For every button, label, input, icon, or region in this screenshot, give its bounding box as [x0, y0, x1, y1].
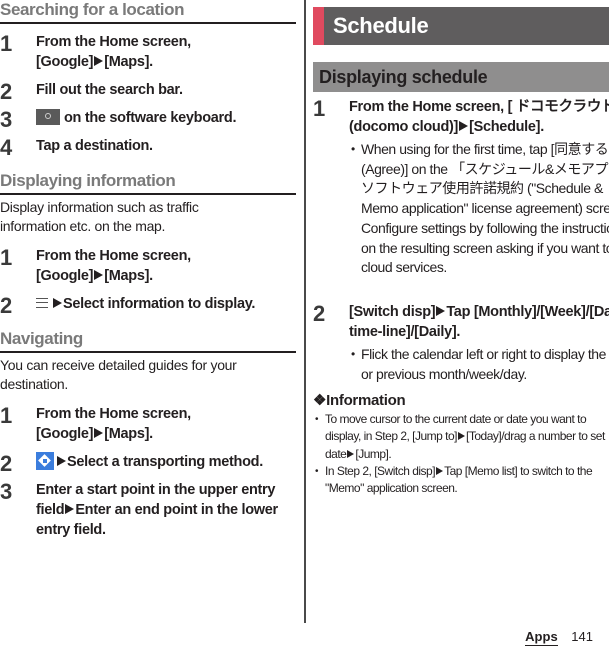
- arrow-right-icon: [436, 306, 446, 316]
- step-text: [Switch disp] Tap [Monthly]/[Week]/[Daily…: [349, 302, 609, 342]
- step-text: From the Home screen,: [36, 34, 191, 50]
- step-1: 1 From the Home screen, [Google] [Maps].: [0, 246, 296, 286]
- step-2: 2 Fill out the search bar.: [0, 79, 296, 104]
- step-text: From the Home screen,: [36, 248, 191, 264]
- column-divider: [304, 0, 306, 623]
- page-footer: Apps 141: [525, 629, 593, 646]
- step-2: 2 Select information to display.: [0, 293, 300, 318]
- step-text-part: [Switch disp]: [349, 304, 436, 320]
- step-text: From the Home screen, [ ドコモクラウド (docomo …: [349, 97, 609, 137]
- section-searching: Searching for a location: [0, 0, 296, 24]
- step-2: 2 Select a transporting method.: [0, 451, 300, 476]
- section-intro: You can receive detailed guides for your…: [0, 357, 237, 392]
- chapter-accent: [313, 7, 324, 45]
- arrow-right-icon: [94, 56, 104, 66]
- step-text: From the Home screen,: [36, 406, 191, 422]
- step-number: 2: [0, 79, 12, 104]
- step-number: 2: [0, 451, 12, 476]
- step-text: Fill out the search bar.: [36, 82, 183, 98]
- menu-icon: [36, 298, 48, 308]
- information-item: To move cursor to the current date or da…: [313, 411, 609, 463]
- step-1: 1 From the Home screen, [ ドコモクラウド (docom…: [313, 97, 609, 278]
- info-text-part: [Jump].: [355, 446, 392, 461]
- arrow-right-icon: [94, 428, 104, 438]
- step-number: 4: [0, 135, 12, 160]
- keyboard-search-icon: [36, 109, 60, 125]
- step-text-part: [Google]: [36, 426, 94, 442]
- step-number: 2: [0, 293, 12, 318]
- step-text-part: [Maps].: [104, 268, 153, 284]
- step-3: 3 Enter a start point in the upper entry…: [0, 480, 298, 540]
- section-heading: Searching for a location: [0, 0, 296, 24]
- step-text-part: [Maps].: [104, 426, 153, 442]
- arrow-right-icon: [57, 456, 66, 466]
- arrow-right-icon: [436, 466, 444, 475]
- arrow-right-icon: [65, 504, 75, 514]
- information-heading: ❖Information: [313, 392, 406, 409]
- section-intro: Display information such as traffic info…: [0, 199, 199, 234]
- step-3: 3 on the software keyboard.: [0, 107, 296, 132]
- step-number: 1: [0, 31, 12, 56]
- step-text: Select a transporting method.: [67, 454, 263, 470]
- step-text-part: [Google]: [36, 268, 94, 284]
- info-text-part: In Step 2, [Switch disp]: [325, 463, 436, 478]
- step-text: [Google] [Maps].: [36, 424, 296, 444]
- step-2: 2 [Switch disp] Tap [Monthly]/[Week]/[Dai…: [313, 302, 609, 384]
- step-note: Flick the calendar left or right to disp…: [349, 345, 609, 384]
- step-note: When using for the first time, tap [同意する…: [349, 140, 609, 278]
- arrow-right-icon: [459, 121, 469, 131]
- step-text: [Google] [Maps].: [36, 266, 296, 286]
- step-4: 4 Tap a destination.: [0, 135, 296, 160]
- step-number: 1: [313, 96, 325, 121]
- information-box: ❖Information To move cursor to the curre…: [313, 391, 609, 497]
- step-number: 2: [313, 301, 325, 326]
- section-title: Displaying schedule: [319, 67, 488, 87]
- step-text: on the software keyboard.: [64, 110, 237, 126]
- arrow-right-icon: [458, 432, 466, 441]
- arrow-right-icon: [347, 449, 355, 458]
- step-text-part: [Google]: [36, 54, 94, 70]
- step-1: 1 From the Home screen, [Google] [Maps].: [0, 32, 296, 72]
- footer-section-label: Apps: [525, 629, 558, 646]
- page-number: 141: [571, 629, 593, 644]
- directions-icon: [36, 452, 54, 470]
- step-text: Select information to display.: [63, 296, 256, 312]
- step-text-part: [Schedule].: [469, 119, 544, 135]
- step-number: 1: [0, 245, 12, 270]
- section-navigating: Navigating: [0, 329, 296, 353]
- section-displaying: Displaying information: [0, 171, 296, 195]
- step-number: 3: [0, 479, 12, 504]
- section-heading: Navigating: [0, 329, 296, 353]
- step-number: 1: [0, 403, 12, 428]
- arrow-right-icon: [94, 270, 104, 280]
- step-text: [Google] [Maps].: [36, 52, 296, 72]
- chapter-title: Schedule: [333, 13, 429, 38]
- step-1: 1 From the Home screen, [Google] [Maps].: [0, 404, 296, 444]
- step-text-part: [Maps].: [104, 54, 153, 70]
- arrow-right-icon: [53, 298, 62, 308]
- step-number: 3: [0, 107, 12, 132]
- section-heading: Displaying information: [0, 171, 296, 195]
- chapter-banner: Schedule: [313, 7, 609, 45]
- section-banner: Displaying schedule: [313, 62, 609, 92]
- step-text: Tap a destination.: [36, 138, 153, 154]
- information-item: In Step 2, [Switch disp]Tap [Memo list] …: [313, 463, 609, 498]
